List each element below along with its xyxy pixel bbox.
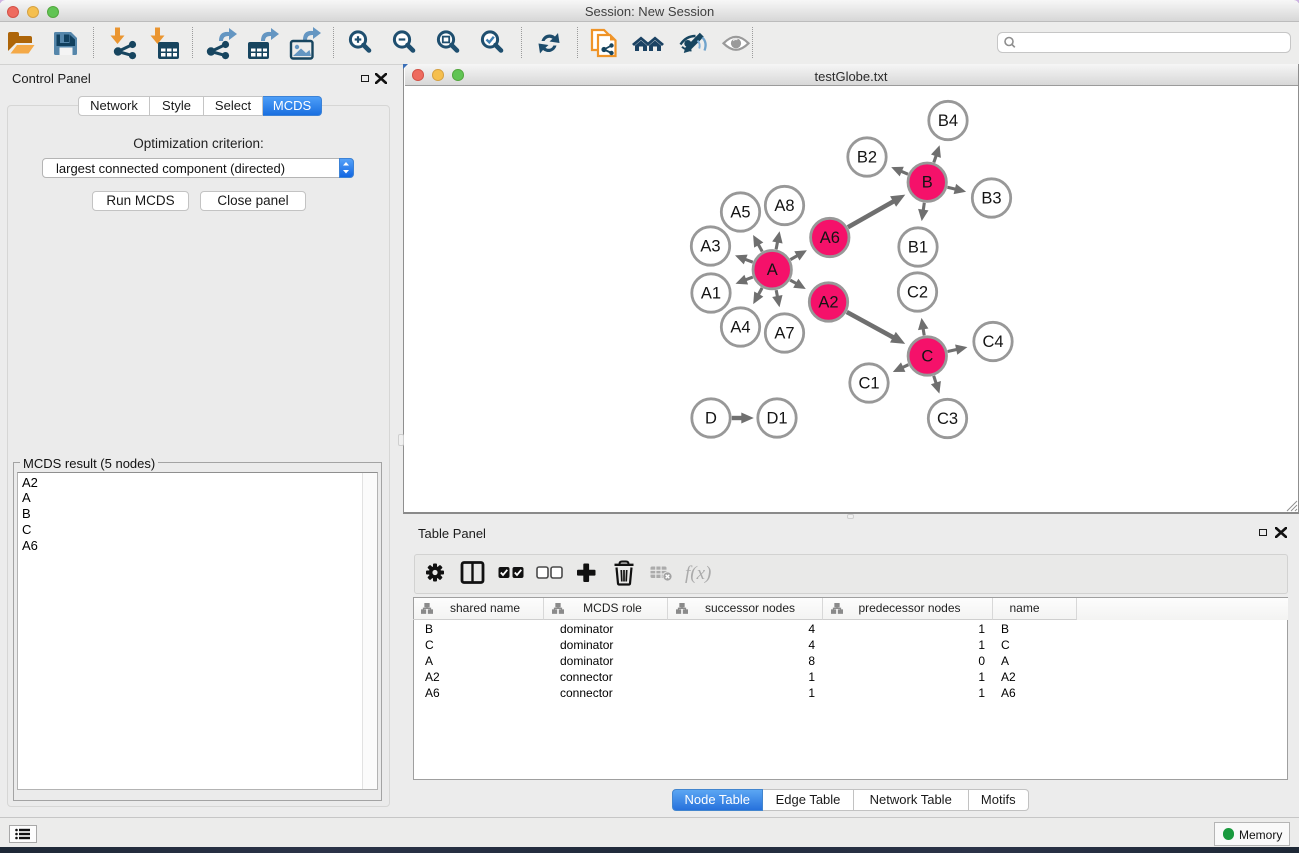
- svg-text:C1: C1: [858, 375, 879, 393]
- svg-text:B3: B3: [981, 190, 1001, 208]
- svg-text:A5: A5: [730, 204, 750, 222]
- svg-text:A7: A7: [774, 325, 794, 343]
- svg-text:A3: A3: [700, 238, 720, 256]
- svg-text:A: A: [767, 261, 778, 279]
- svg-text:C2: C2: [907, 284, 928, 302]
- svg-text:D1: D1: [766, 410, 787, 428]
- svg-text:A2: A2: [818, 294, 838, 312]
- svg-text:B4: B4: [938, 112, 958, 130]
- svg-text:A6: A6: [820, 229, 840, 247]
- svg-text:C: C: [921, 348, 933, 366]
- svg-text:D: D: [705, 410, 717, 428]
- svg-text:C4: C4: [982, 333, 1003, 351]
- svg-text:C3: C3: [937, 410, 958, 428]
- svg-text:f(x): f(x): [685, 563, 711, 584]
- svg-text:B2: B2: [857, 149, 877, 167]
- svg-text:A4: A4: [730, 319, 750, 337]
- svg-text:B: B: [922, 174, 933, 192]
- svg-text:B1: B1: [908, 239, 928, 257]
- svg-text:A8: A8: [774, 197, 794, 215]
- svg-text:A1: A1: [701, 285, 721, 303]
